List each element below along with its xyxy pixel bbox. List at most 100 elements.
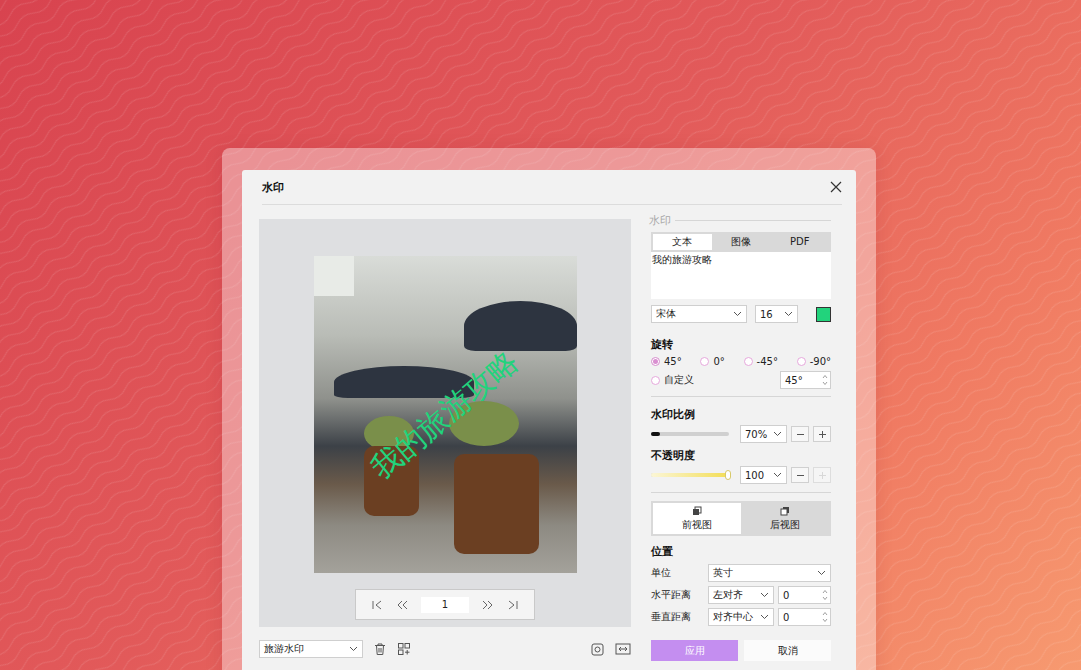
rotation-option[interactable]: 0° [700,356,724,367]
opacity-label: 不透明度 [651,448,831,463]
color-swatch[interactable] [816,307,831,322]
chevron-down-icon[interactable] [784,311,793,317]
plus-icon [818,430,827,439]
spinner-icon[interactable] [822,589,828,601]
trash-icon[interactable] [373,642,387,656]
offset-field[interactable]: 0 [778,608,831,626]
scale-slider-track[interactable] [651,432,729,436]
rotation-option[interactable]: 45° [651,356,682,367]
select-value: 宋体 [656,307,676,321]
rotation-option[interactable]: -90° [797,356,831,367]
source-tab[interactable]: 文本 [653,234,712,250]
minus-icon [796,471,805,480]
opacity-row: 100 [651,466,831,484]
scale-label: 水印比例 [651,407,831,422]
radio-button[interactable] [797,357,806,366]
position-row: 单位英寸 [651,564,831,582]
preview-column: 我的旅游攻略 1 旅游水印 [259,219,631,661]
rotation-presets: 45° 0° -45° -90° [651,356,831,367]
position-row: 垂直距离对齐中心 0 [651,608,831,626]
source-tab[interactable]: 图像 [712,234,771,250]
plus-icon [818,471,827,480]
spinner-icon[interactable] [822,611,828,623]
opacity-value: 100 [745,470,764,481]
close-icon[interactable] [830,181,842,193]
position-row-label: 垂直距离 [651,610,704,624]
chevron-down-icon[interactable] [773,472,782,478]
rotation-label: 旋转 [651,337,831,352]
dialog-title: 水印 [262,180,284,195]
offset-value: 0 [783,612,789,623]
position-row-label: 单位 [651,566,704,580]
opacity-slider-track[interactable] [651,473,729,477]
radio-button[interactable] [744,357,753,366]
decrease-button[interactable] [791,426,809,442]
chevron-down-icon[interactable] [349,646,358,652]
position-row-label: 水平距离 [651,588,704,602]
custom-angle-value: 45° [785,375,803,386]
apply-button[interactable]: 应用 [651,640,738,661]
preset-bar: 旅游水印 [259,640,631,658]
minus-icon [796,430,805,439]
preset-select[interactable]: 旅游水印 [259,640,363,658]
font-select[interactable]: 宋体 [651,305,747,323]
position-row: 水平距离左对齐 0 [651,586,831,604]
slider-knob[interactable] [725,470,731,480]
watermark-text-field[interactable]: 我的旅游攻略 [651,252,831,299]
fit-width-icon[interactable] [615,642,631,656]
title-bar: 水印 [262,170,842,205]
action-buttons: 应用取消 [651,640,831,661]
view-option[interactable]: 前视图 [653,503,741,534]
dialog-backdrop: 水印我的旅游攻略1旅游水印水印文本图像PDF我的旅游攻略宋体16旋转45°0°-… [222,148,876,670]
radio-button[interactable] [651,357,660,366]
scale-value-select[interactable]: 70% [740,425,787,443]
back-view-icon [780,506,790,516]
settings-panel: 水印文本图像PDF 我的旅游攻略宋体 16 旋转 45° 0° -45° -90° 自定义 45°… [651,213,831,661]
radio-label: -90° [810,356,831,367]
chevron-down-icon[interactable] [817,570,826,576]
preview-photo: 我的旅游攻略 [314,256,577,573]
decrease-button[interactable] [791,467,809,483]
offset-field[interactable]: 0 [778,586,831,604]
chevron-down-icon[interactable] [760,614,769,620]
divider [651,396,831,397]
front-view-icon [692,506,702,516]
rotation-option[interactable]: -45° [744,356,778,367]
section-title: 水印 [649,213,671,228]
divider [651,492,831,493]
source-tab[interactable]: PDF [770,234,829,250]
rotation-option[interactable]: 自定义 [651,373,694,387]
page-number-field[interactable]: 1 [421,597,469,613]
font-row: 宋体 16 [651,305,831,323]
radio-button[interactable] [651,376,660,385]
opacity-value-select[interactable]: 100 [740,466,787,484]
select-value: 旅游水印 [264,642,304,656]
custom-angle-field[interactable]: 45° [780,371,831,389]
batch-icon[interactable] [590,642,605,657]
last-page-icon[interactable] [507,599,519,611]
cancel-button[interactable]: 取消 [744,640,831,661]
scale-value: 70% [745,429,767,440]
increase-button[interactable] [813,426,831,442]
radio-button[interactable] [700,357,709,366]
first-page-icon[interactable] [371,599,383,611]
chevron-down-icon[interactable] [760,592,769,598]
manage-templates-icon[interactable] [397,642,411,656]
position-select[interactable]: 对齐中心 [708,608,774,626]
opacity-slider-fill [651,473,729,477]
position-select[interactable]: 左对齐 [708,586,774,604]
offset-value: 0 [783,590,789,601]
size-select[interactable]: 16 [755,305,798,323]
increase-button [813,467,831,483]
spinner-icon[interactable] [822,374,828,386]
view-toggle: 前视图后视图 [651,501,831,536]
radio-label: -45° [757,356,778,367]
chevron-down-icon[interactable] [773,431,782,437]
position-select[interactable]: 英寸 [708,564,831,582]
next-page-icon[interactable] [482,599,494,611]
view-option[interactable]: 后视图 [741,503,829,534]
scale-slider-fill [651,432,660,436]
rotation-custom-row: 自定义 45° [651,371,831,389]
previous-page-icon[interactable] [396,599,408,611]
chevron-down-icon[interactable] [733,311,742,317]
